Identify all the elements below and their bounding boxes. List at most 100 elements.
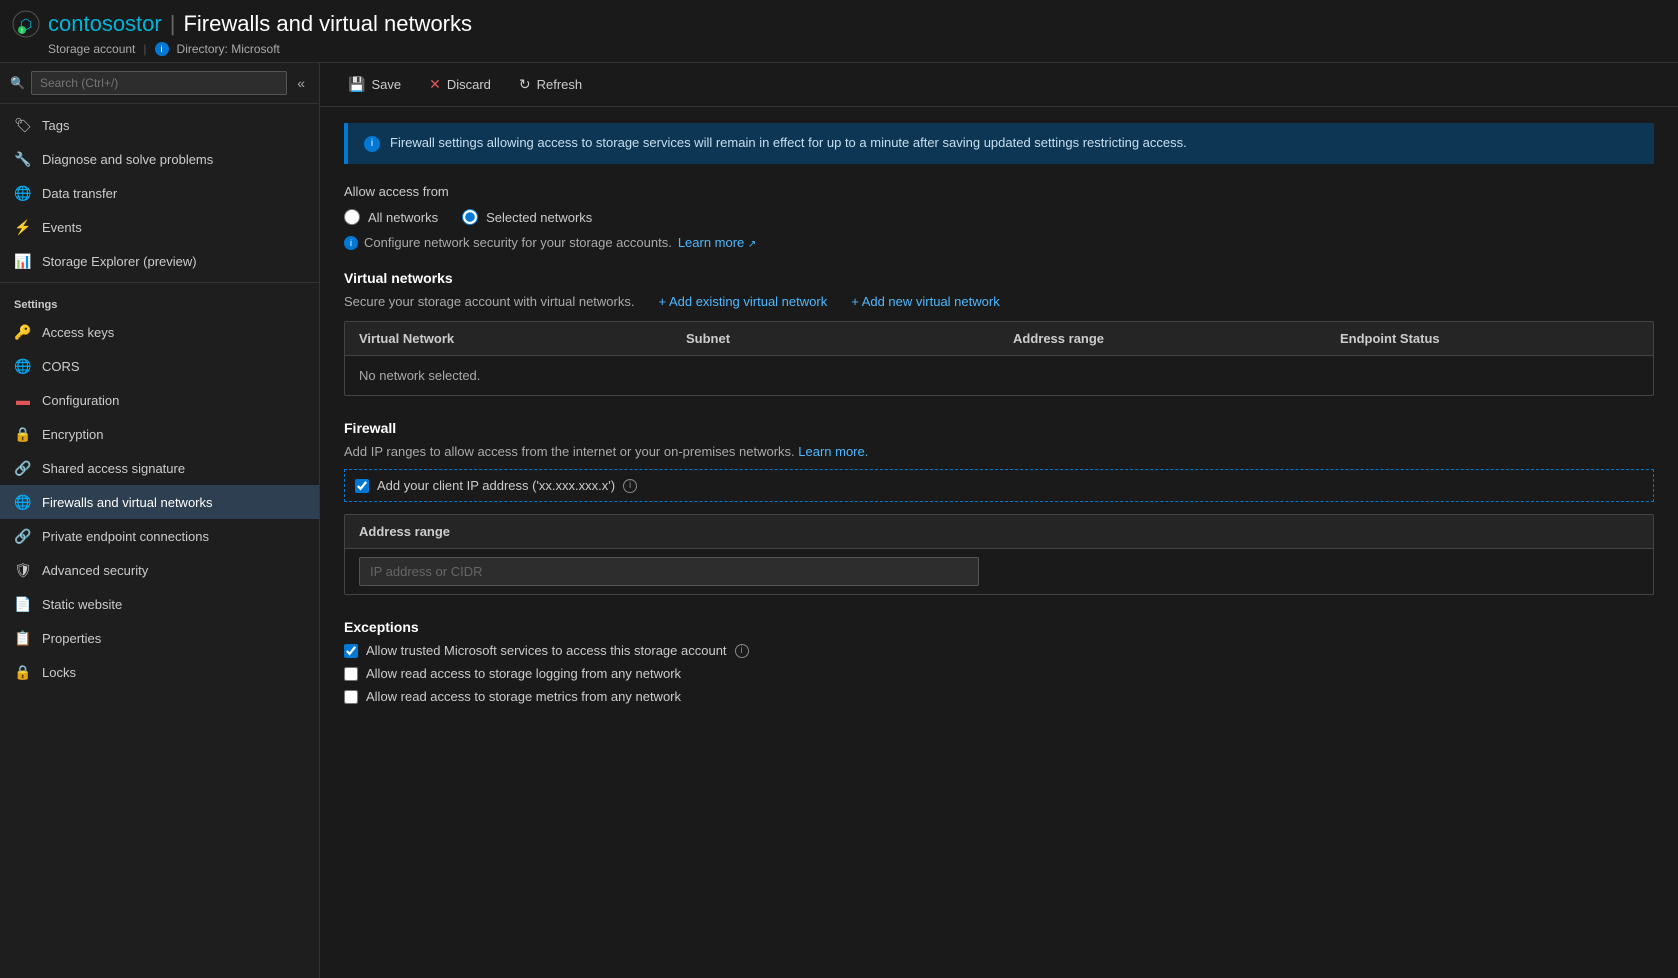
- breadcrumb-pipe: |: [143, 42, 146, 56]
- refresh-button[interactable]: ↻ Refresh: [507, 71, 594, 98]
- virtual-networks-title: Virtual networks: [344, 270, 1654, 286]
- no-network-message: No network selected.: [345, 356, 1653, 395]
- sidebar-item-firewalls[interactable]: 🌐 Firewalls and virtual networks: [0, 485, 319, 519]
- exception-read-logging: Allow read access to storage logging fro…: [344, 666, 1654, 681]
- radio-selected-networks[interactable]: Selected networks: [462, 209, 592, 225]
- diagnose-icon: 🔧: [14, 150, 32, 168]
- vnet-col-subnet: Subnet: [672, 322, 999, 355]
- header-subtitle: Storage account | i Directory: Microsoft: [48, 42, 1662, 56]
- address-range-col-range: Address range: [345, 515, 999, 548]
- save-label: Save: [371, 77, 401, 92]
- page-content: i Firewall settings allowing access to s…: [320, 107, 1678, 978]
- client-ip-label: Add your client IP address ('xx.xxx.xxx.…: [377, 478, 615, 493]
- sidebar-item-advanced-security[interactable]: 🛡 Advanced security: [0, 553, 319, 587]
- read-logging-checkbox[interactable]: [344, 667, 358, 681]
- add-new-vnet-link[interactable]: + Add new virtual network: [851, 294, 1000, 309]
- firewall-section: Firewall Add IP ranges to allow access f…: [344, 420, 1654, 595]
- sidebar-label-private-endpoint: Private endpoint connections: [42, 529, 209, 544]
- radio-all-networks-input[interactable]: [344, 209, 360, 225]
- sidebar-label-tags: Tags: [42, 118, 69, 133]
- vnet-header: Secure your storage account with virtual…: [344, 294, 1654, 309]
- sidebar-item-locks[interactable]: 🔒 Locks: [0, 655, 319, 689]
- ip-input-row: [345, 549, 1653, 594]
- sidebar: 🔍 « 🏷 Tags 🔧 Diagnose and solve problems…: [0, 63, 320, 978]
- sidebar-label-shared-access: Shared access signature: [42, 461, 185, 476]
- events-icon: ⚡: [14, 218, 32, 236]
- discard-label: Discard: [447, 77, 491, 92]
- address-range-table: Address range: [344, 514, 1654, 595]
- svg-text:!: !: [21, 28, 23, 35]
- learn-more-link-access[interactable]: Learn more ↗: [678, 235, 757, 250]
- sidebar-item-events[interactable]: ⚡ Events: [0, 210, 319, 244]
- storage-explorer-icon: 📊: [14, 252, 32, 270]
- address-range-col-extra: [999, 515, 1653, 548]
- private-endpoint-icon: 🔗: [14, 527, 32, 545]
- configure-info-icon: i: [344, 236, 358, 250]
- client-ip-checkbox-row[interactable]: Add your client IP address ('xx.xxx.xxx.…: [344, 469, 1654, 502]
- allow-access-section: Allow access from All networks Selected …: [344, 184, 1654, 250]
- discard-icon: ✕: [429, 76, 441, 93]
- static-website-icon: 📄: [14, 595, 32, 613]
- sidebar-label-cors: CORS: [42, 359, 80, 374]
- tags-icon: 🏷: [14, 116, 32, 134]
- datatransfer-icon: 🌐: [14, 184, 32, 202]
- access-keys-icon: 🔑: [14, 323, 32, 341]
- sidebar-item-datatransfer[interactable]: 🌐 Data transfer: [0, 176, 319, 210]
- client-ip-checkbox[interactable]: [355, 479, 369, 493]
- firewall-title: Firewall: [344, 420, 1654, 436]
- toolbar: 💾 Save ✕ Discard ↻ Refresh: [320, 63, 1678, 107]
- sidebar-label-events: Events: [42, 220, 82, 235]
- sidebar-item-properties[interactable]: 📋 Properties: [0, 621, 319, 655]
- title-separator: |: [170, 11, 176, 37]
- sidebar-item-tags[interactable]: 🏷 Tags: [0, 108, 319, 142]
- read-metrics-checkbox[interactable]: [344, 690, 358, 704]
- refresh-label: Refresh: [537, 77, 583, 92]
- sidebar-label-datatransfer: Data transfer: [42, 186, 117, 201]
- page-title: Firewalls and virtual networks: [183, 11, 472, 37]
- add-existing-vnet-link[interactable]: + Add existing virtual network: [658, 294, 827, 309]
- advanced-security-icon: 🛡: [14, 561, 32, 579]
- sidebar-label-configuration: Configuration: [42, 393, 119, 408]
- sidebar-label-firewalls: Firewalls and virtual networks: [42, 495, 213, 510]
- storage-account-icon: ⬡ !: [12, 10, 40, 38]
- sidebar-item-diagnose[interactable]: 🔧 Diagnose and solve problems: [0, 142, 319, 176]
- sidebar-item-encryption[interactable]: 🔒 Encryption: [0, 417, 319, 451]
- trusted-ms-label: Allow trusted Microsoft services to acce…: [366, 643, 727, 658]
- radio-all-networks[interactable]: All networks: [344, 209, 438, 225]
- shared-access-icon: 🔗: [14, 459, 32, 477]
- sidebar-item-private-endpoint[interactable]: 🔗 Private endpoint connections: [0, 519, 319, 553]
- sidebar-item-shared-access[interactable]: 🔗 Shared access signature: [0, 451, 319, 485]
- sidebar-search-container: 🔍 «: [0, 63, 319, 104]
- save-button[interactable]: 💾 Save: [336, 71, 413, 98]
- sidebar-item-configuration[interactable]: ▬ Configuration: [0, 383, 319, 417]
- trusted-ms-info-icon[interactable]: i: [735, 644, 749, 658]
- sidebar-label-diagnose: Diagnose and solve problems: [42, 152, 213, 167]
- firewall-learn-more-link[interactable]: Learn more.: [798, 444, 868, 459]
- sidebar-item-static-website[interactable]: 📄 Static website: [0, 587, 319, 621]
- search-icon: 🔍: [10, 76, 25, 90]
- discard-button[interactable]: ✕ Discard: [417, 71, 503, 98]
- sidebar-nav: 🏷 Tags 🔧 Diagnose and solve problems 🌐 D…: [0, 104, 319, 978]
- radio-group-access: All networks Selected networks: [344, 209, 1654, 225]
- vnet-table-header: Virtual Network Subnet Address range End…: [345, 322, 1653, 356]
- encryption-icon: 🔒: [14, 425, 32, 443]
- radio-selected-networks-input[interactable]: [462, 209, 478, 225]
- sidebar-item-storage-explorer[interactable]: 📊 Storage Explorer (preview): [0, 244, 319, 278]
- refresh-icon: ↻: [519, 76, 531, 93]
- sidebar-label-static-website: Static website: [42, 597, 122, 612]
- read-logging-label: Allow read access to storage logging fro…: [366, 666, 681, 681]
- cors-icon: 🌐: [14, 357, 32, 375]
- search-input[interactable]: [31, 71, 287, 95]
- firewalls-icon: 🌐: [14, 493, 32, 511]
- exceptions-title: Exceptions: [344, 619, 1654, 635]
- collapse-sidebar-button[interactable]: «: [293, 73, 309, 93]
- client-ip-info-icon[interactable]: i: [623, 479, 637, 493]
- trusted-ms-checkbox[interactable]: [344, 644, 358, 658]
- sidebar-item-cors[interactable]: 🌐 CORS: [0, 349, 319, 383]
- ip-address-input[interactable]: [359, 557, 979, 586]
- sidebar-item-access-keys[interactable]: 🔑 Access keys: [0, 315, 319, 349]
- sidebar-label-storage-explorer: Storage Explorer (preview): [42, 254, 197, 269]
- virtual-networks-section: Virtual networks Secure your storage acc…: [344, 270, 1654, 396]
- exception-read-metrics: Allow read access to storage metrics fro…: [344, 689, 1654, 704]
- save-icon: 💾: [348, 76, 365, 93]
